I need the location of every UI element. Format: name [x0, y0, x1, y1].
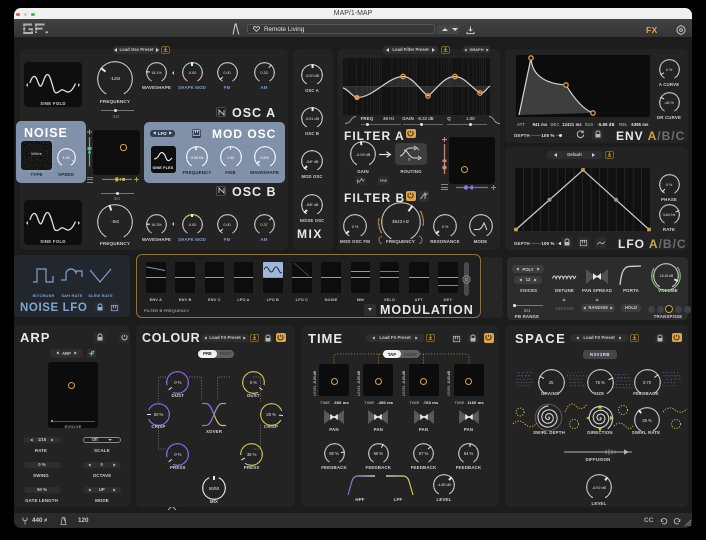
svg-text:B: B [408, 157, 411, 162]
svg-text:A: A [417, 147, 420, 152]
